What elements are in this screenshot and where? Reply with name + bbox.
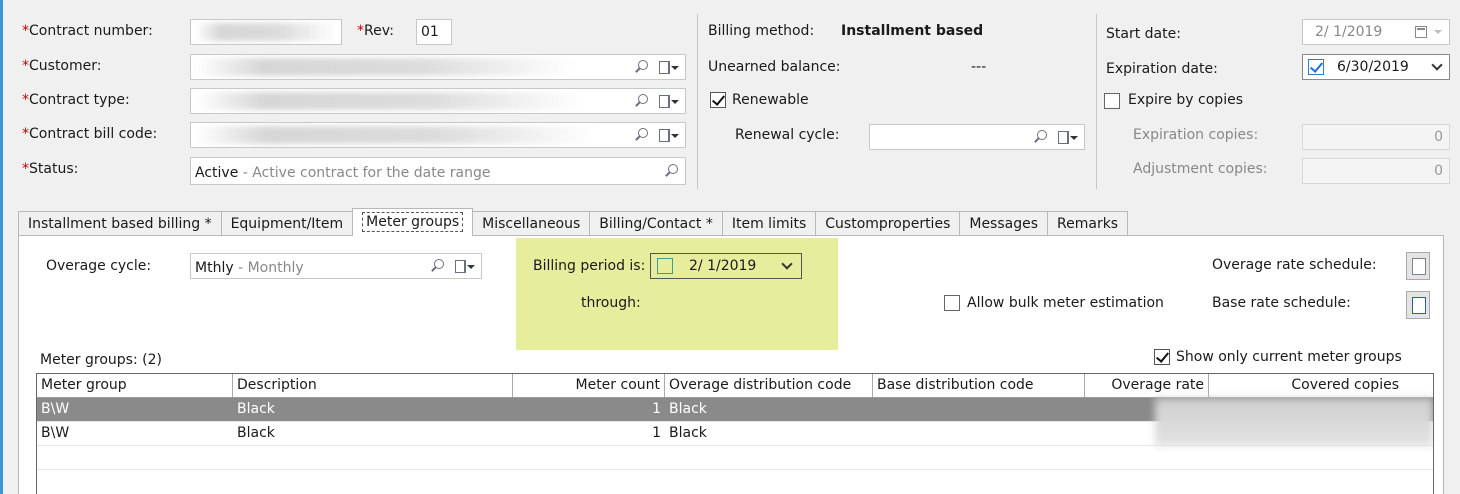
overage-cycle-label: Overage cycle: <box>46 258 152 274</box>
overage-cycle-search-icon[interactable] <box>429 258 445 274</box>
tab-bar: Installment based billing * Equipment/It… <box>18 208 1129 236</box>
show-current-checkbox[interactable] <box>1154 349 1170 365</box>
billing-period-checkbox[interactable] <box>657 258 673 274</box>
status-label: *Status: <box>22 161 79 177</box>
status-field[interactable]: Active - Active contract for the date ra… <box>190 157 686 185</box>
col-meter-count[interactable]: Meter count <box>513 374 665 397</box>
contract-type-field[interactable] <box>190 88 686 114</box>
expire-by-copies-checkbox[interactable] <box>1104 93 1120 109</box>
col-meter-group[interactable]: Meter group <box>37 374 233 397</box>
expiration-copies-field: 0 <box>1302 124 1450 150</box>
customer-menu-icon[interactable] <box>657 59 679 75</box>
tab-installment-billing[interactable]: Installment based billing * <box>18 211 222 236</box>
through-label: through: <box>581 295 641 311</box>
customer-search-icon[interactable] <box>633 59 649 75</box>
expire-by-copies-label: Expire by copies <box>1128 92 1243 108</box>
overage-cycle-field[interactable]: Mthly - Monthly <box>190 253 482 279</box>
cell-description: Black <box>237 401 275 417</box>
base-schedule-icon[interactable] <box>1406 291 1430 319</box>
contract-number-label: *Contract number: <box>22 23 153 39</box>
status-search-icon[interactable] <box>663 163 679 179</box>
cell-meter-group: B\W <box>41 401 70 417</box>
cell-overage-distribution: Black <box>669 401 707 417</box>
renewable-checkbox[interactable] <box>710 92 726 108</box>
cell-base-distribution <box>873 398 1085 421</box>
col-overage-distribution[interactable]: Overage distribution code <box>665 374 873 397</box>
col-base-distribution[interactable]: Base distribution code <box>873 374 1085 397</box>
bill-code-search-icon[interactable] <box>633 127 649 143</box>
start-date-label: Start date: <box>1106 26 1181 42</box>
tab-custom-properties[interactable]: Customproperties <box>815 211 961 236</box>
window-edge-accent <box>0 0 3 494</box>
contract-bill-code-field[interactable] <box>190 122 686 148</box>
header-divider-1 <box>697 14 698 189</box>
rev-field[interactable]: 01 <box>416 19 452 45</box>
cell-meter-count: 1 <box>652 401 661 417</box>
col-overage-rate[interactable]: Overage rate <box>1085 374 1209 397</box>
status-code: Active <box>195 165 239 181</box>
tab-remarks[interactable]: Remarks <box>1047 211 1129 236</box>
header-divider-2 <box>1096 14 1097 189</box>
start-date-dropdown-icon[interactable] <box>1434 30 1442 34</box>
adjustment-copies-field: 0 <box>1302 158 1450 184</box>
unearned-balance-label: Unearned balance: <box>708 59 841 75</box>
overage-schedule-icon[interactable] <box>1406 252 1430 280</box>
cell-meter-group: B\W <box>41 425 70 441</box>
overage-cycle-menu-icon[interactable] <box>453 258 475 274</box>
status-description: - Active contract for the date range <box>238 165 491 181</box>
tab-equipment-item[interactable]: Equipment/Item <box>220 211 354 236</box>
billing-method-value: Installment based <box>841 23 984 39</box>
start-date-field[interactable]: 2/ 1/2019 <box>1302 19 1450 45</box>
contract-type-label: *Contract type: <box>22 92 130 108</box>
renewal-cycle-search-icon[interactable] <box>1032 129 1048 145</box>
billing-method-label: Billing method: <box>708 23 815 39</box>
contract-type-search-icon[interactable] <box>633 93 649 109</box>
contract-bill-code-label: *Contract bill code: <box>22 126 158 142</box>
unearned-balance-value: --- <box>971 59 987 75</box>
table-row-empty <box>37 446 1433 470</box>
expiration-date-field[interactable]: 6/30/2019 <box>1302 54 1450 80</box>
customer-label: *Customer: <box>22 58 102 74</box>
contract-type-menu-icon[interactable] <box>657 93 679 109</box>
billing-period-label: Billing period is: <box>533 258 646 274</box>
allow-bulk-label: Allow bulk meter estimation <box>967 295 1164 311</box>
tab-messages[interactable]: Messages <box>959 211 1049 236</box>
tab-item-limits[interactable]: Item limits <box>721 211 817 236</box>
grid-header: Meter group Description Meter count Over… <box>37 374 1433 398</box>
renewal-cycle-menu-icon[interactable] <box>1056 129 1078 145</box>
tab-billing-contact[interactable]: Billing/Contact * <box>589 211 723 236</box>
calendar-icon[interactable] <box>1415 26 1427 38</box>
adjustment-copies-label: Adjustment copies: <box>1133 161 1268 177</box>
bill-code-menu-icon[interactable] <box>657 127 679 143</box>
allow-bulk-checkbox[interactable] <box>944 295 960 311</box>
cell-description: Black <box>237 425 275 441</box>
col-covered-copies[interactable]: Covered copies <box>1209 374 1403 397</box>
tab-meter-groups[interactable]: Meter groups <box>352 208 474 236</box>
renewable-label: Renewable <box>732 92 809 108</box>
meter-groups-grid: Meter group Description Meter count Over… <box>36 373 1434 494</box>
customer-field[interactable] <box>190 54 686 80</box>
tab-miscellaneous[interactable]: Miscellaneous <box>472 211 591 236</box>
billing-period-dropdown-icon[interactable] <box>781 258 793 270</box>
show-current-label: Show only current meter groups <box>1176 349 1402 365</box>
meter-groups-count: Meter groups: (2) <box>40 352 162 368</box>
renewal-cycle-label: Renewal cycle: <box>735 127 840 143</box>
billing-period-field[interactable]: 2/ 1/2019 <box>650 253 802 279</box>
expiration-date-checkbox[interactable] <box>1308 59 1324 75</box>
cell-meter-count: 1 <box>652 425 661 441</box>
redacted-values <box>1155 398 1433 446</box>
col-description[interactable]: Description <box>233 374 513 397</box>
expiration-date-dropdown-icon[interactable] <box>1431 59 1443 71</box>
rev-label: *Rev: <box>357 23 394 39</box>
base-rate-schedule-label: Base rate schedule: <box>1212 295 1351 311</box>
cell-overage-distribution: Black <box>669 425 707 441</box>
renewal-cycle-field[interactable] <box>869 124 1085 150</box>
cell-base-distribution <box>873 422 1085 445</box>
expiration-copies-label: Expiration copies: <box>1133 127 1259 143</box>
overage-rate-schedule-label: Overage rate schedule: <box>1212 257 1377 273</box>
contract-number-field[interactable] <box>190 19 342 45</box>
expiration-date-label: Expiration date: <box>1106 61 1218 77</box>
